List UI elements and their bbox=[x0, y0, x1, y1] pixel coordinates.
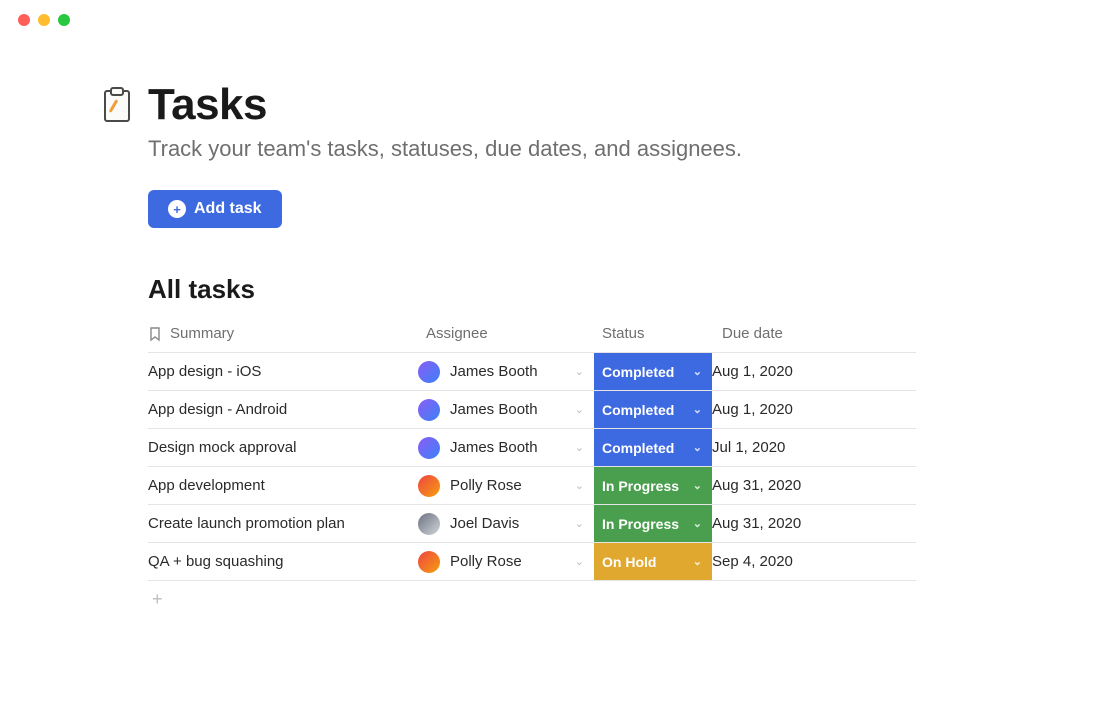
task-assignee-cell[interactable]: Polly Rose⌄ bbox=[418, 467, 594, 505]
chevron-down-icon: ⌄ bbox=[575, 555, 584, 568]
task-summary[interactable]: QA + bug squashing bbox=[148, 543, 418, 581]
window-close-button[interactable] bbox=[18, 14, 30, 26]
avatar bbox=[418, 513, 440, 535]
chevron-down-icon: ⌄ bbox=[575, 517, 584, 530]
task-status-cell[interactable]: Completed ⌄ bbox=[594, 391, 712, 429]
task-due-date[interactable]: Aug 31, 2020 bbox=[712, 505, 916, 543]
page-subtitle: Track your team's tasks, statuses, due d… bbox=[148, 136, 996, 162]
avatar bbox=[418, 399, 440, 421]
task-summary[interactable]: App design - iOS bbox=[148, 353, 418, 391]
task-assignee-cell[interactable]: Joel Davis⌄ bbox=[418, 505, 594, 543]
clipboard-icon bbox=[100, 86, 134, 124]
avatar bbox=[418, 361, 440, 383]
task-assignee-cell[interactable]: Polly Rose⌄ bbox=[418, 543, 594, 581]
plus-circle-icon: + bbox=[168, 200, 186, 218]
task-status-cell[interactable]: Completed ⌄ bbox=[594, 429, 712, 467]
table-row[interactable]: App developmentPolly Rose⌄In Progress⌄Au… bbox=[148, 467, 916, 505]
chevron-down-icon: ⌄ bbox=[693, 365, 702, 378]
column-header-assignee[interactable]: Assignee bbox=[418, 315, 594, 353]
task-due-date[interactable]: Sep 4, 2020 bbox=[712, 543, 916, 581]
task-summary[interactable]: App design - Android bbox=[148, 391, 418, 429]
section-title: All tasks bbox=[148, 274, 996, 305]
status-label: Completed bbox=[602, 440, 674, 456]
status-label: Completed bbox=[602, 364, 674, 380]
task-status-cell[interactable]: On Hold ⌄ bbox=[594, 543, 712, 581]
task-status-cell[interactable]: In Progress ⌄ bbox=[594, 467, 712, 505]
chevron-down-icon: ⌄ bbox=[693, 441, 702, 454]
status-label: In Progress bbox=[602, 478, 679, 494]
chevron-down-icon: ⌄ bbox=[693, 555, 702, 568]
task-status-cell[interactable]: In Progress ⌄ bbox=[594, 505, 712, 543]
chevron-down-icon: ⌄ bbox=[693, 403, 702, 416]
task-assignee-cell[interactable]: James Booth⌄ bbox=[418, 353, 594, 391]
task-due-date[interactable]: Jul 1, 2020 bbox=[712, 429, 916, 467]
chevron-down-icon: ⌄ bbox=[693, 517, 702, 530]
task-summary[interactable]: Create launch promotion plan bbox=[148, 505, 418, 543]
task-summary[interactable]: App development bbox=[148, 467, 418, 505]
task-status-cell[interactable]: Completed ⌄ bbox=[594, 353, 712, 391]
status-label: On Hold bbox=[602, 554, 656, 570]
avatar bbox=[418, 437, 440, 459]
table-row[interactable]: Design mock approvalJames Booth⌄Complete… bbox=[148, 429, 916, 467]
table-row[interactable]: Create launch promotion planJoel Davis⌄I… bbox=[148, 505, 916, 543]
page-title: Tasks bbox=[148, 80, 267, 130]
assignee-name: James Booth bbox=[450, 439, 594, 456]
window-zoom-button[interactable] bbox=[58, 14, 70, 26]
window-controls bbox=[0, 0, 1096, 40]
avatar bbox=[418, 475, 440, 497]
task-summary[interactable]: Design mock approval bbox=[148, 429, 418, 467]
column-header-summary[interactable]: Summary bbox=[148, 315, 418, 353]
chevron-down-icon: ⌄ bbox=[575, 441, 584, 454]
add-row-button[interactable]: + bbox=[100, 581, 996, 610]
window-minimize-button[interactable] bbox=[38, 14, 50, 26]
tasks-table: Summary Assignee Status Due date App des… bbox=[148, 315, 916, 581]
chevron-down-icon: ⌄ bbox=[575, 365, 584, 378]
add-task-button[interactable]: + Add task bbox=[148, 190, 282, 228]
task-due-date[interactable]: Aug 31, 2020 bbox=[712, 467, 916, 505]
task-due-date[interactable]: Aug 1, 2020 bbox=[712, 391, 916, 429]
assignee-name: Polly Rose bbox=[450, 477, 594, 494]
assignee-name: Polly Rose bbox=[450, 553, 594, 570]
assignee-name: James Booth bbox=[450, 401, 594, 418]
table-row[interactable]: QA + bug squashingPolly Rose⌄On Hold⌄Sep… bbox=[148, 543, 916, 581]
status-label: In Progress bbox=[602, 516, 679, 532]
chevron-down-icon: ⌄ bbox=[575, 479, 584, 492]
table-row[interactable]: App design - AndroidJames Booth⌄Complete… bbox=[148, 391, 916, 429]
column-header-status[interactable]: Status bbox=[594, 315, 712, 353]
task-assignee-cell[interactable]: James Booth⌄ bbox=[418, 391, 594, 429]
task-assignee-cell[interactable]: James Booth⌄ bbox=[418, 429, 594, 467]
column-header-due[interactable]: Due date bbox=[712, 315, 916, 353]
table-row[interactable]: App design - iOSJames Booth⌄Completed⌄Au… bbox=[148, 353, 916, 391]
chevron-down-icon: ⌄ bbox=[693, 479, 702, 492]
assignee-name: Joel Davis bbox=[450, 515, 594, 532]
assignee-name: James Booth bbox=[450, 363, 594, 380]
chevron-down-icon: ⌄ bbox=[575, 403, 584, 416]
avatar bbox=[418, 551, 440, 573]
add-task-label: Add task bbox=[194, 200, 262, 218]
bookmark-icon bbox=[148, 326, 162, 342]
status-label: Completed bbox=[602, 402, 674, 418]
task-due-date[interactable]: Aug 1, 2020 bbox=[712, 353, 916, 391]
